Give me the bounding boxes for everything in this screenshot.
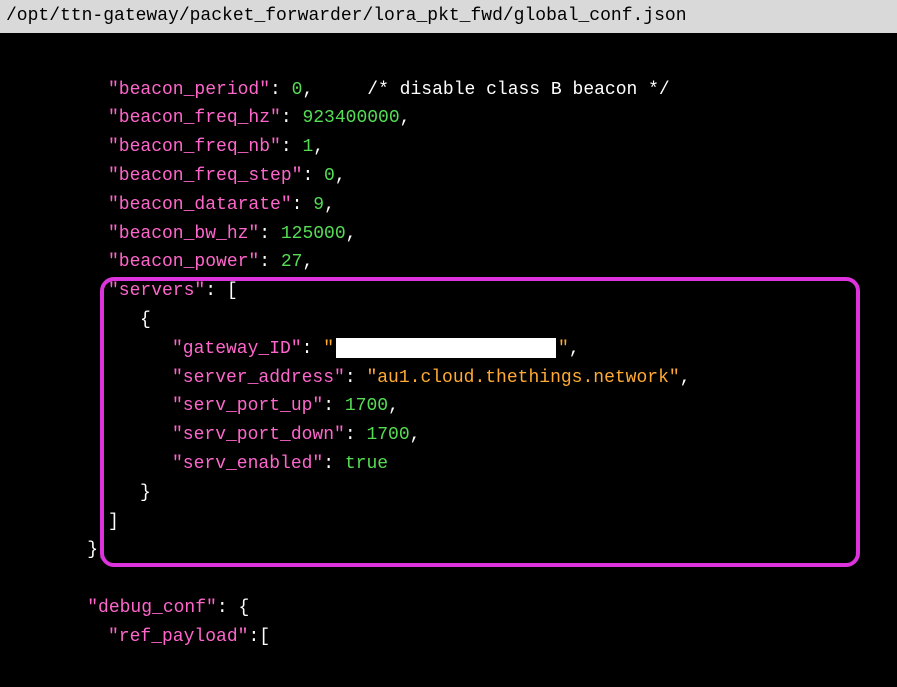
line-servers-close: ] <box>0 508 897 537</box>
key-gateway-id: "gateway_ID" <box>172 339 302 359</box>
key-debug-conf: "debug_conf" <box>87 598 217 618</box>
val-beacon-freq-nb: 1 <box>302 137 313 157</box>
line-beacon-period: "beacon_period": 0, /* disable class B b… <box>0 76 897 105</box>
line-section-close: }, <box>0 536 897 565</box>
line-beacon-power: "beacon_power": 27, <box>0 248 897 277</box>
line-serv-port-up: "serv_port_up": 1700, <box>0 392 897 421</box>
file-path-bar: /opt/ttn-gateway/packet_forwarder/lora_p… <box>0 0 897 33</box>
key-beacon-bw-hz: "beacon_bw_hz" <box>108 224 259 244</box>
key-beacon-freq-nb: "beacon_freq_nb" <box>108 137 281 157</box>
val-beacon-bw-hz: 125000 <box>281 224 346 244</box>
key-beacon-power: "beacon_power" <box>108 252 259 272</box>
key-beacon-freq-hz: "beacon_freq_hz" <box>108 108 281 128</box>
line-beacon-bw-hz: "beacon_bw_hz": 125000, <box>0 220 897 249</box>
val-beacon-datarate: 9 <box>313 195 324 215</box>
code-block: "beacon_period": 0, /* disable class B b… <box>0 33 897 652</box>
line-debug-conf: "debug_conf": { <box>0 594 897 623</box>
key-server-address: "server_address" <box>172 368 345 388</box>
line-server-obj-open: { <box>0 306 897 335</box>
key-beacon-freq-step: "beacon_freq_step" <box>108 166 302 186</box>
val-server-address: "au1.cloud.thethings.network" <box>366 368 679 388</box>
key-beacon-datarate: "beacon_datarate" <box>108 195 292 215</box>
redacted-gateway-id <box>336 338 556 358</box>
blank-line <box>0 47 897 76</box>
key-beacon-period: "beacon_period" <box>108 80 270 100</box>
key-servers: "servers" <box>108 281 205 301</box>
val-beacon-freq-hz: 923400000 <box>302 108 399 128</box>
file-path-text: /opt/ttn-gateway/packet_forwarder/lora_p… <box>6 6 687 26</box>
val-serv-port-down: 1700 <box>366 425 409 445</box>
val-serv-enabled: true <box>345 454 388 474</box>
comment-beacon: /* disable class B beacon */ <box>367 80 669 100</box>
val-beacon-period: 0 <box>292 80 303 100</box>
line-beacon-freq-step: "beacon_freq_step": 0, <box>0 162 897 191</box>
val-beacon-power: 27 <box>281 252 303 272</box>
line-gateway-id: "gateway_ID": "", <box>0 335 897 364</box>
key-serv-enabled: "serv_enabled" <box>172 454 323 474</box>
key-ref-payload: "ref_payload" <box>108 627 248 647</box>
line-servers-open: "servers": [ <box>0 277 897 306</box>
line-beacon-freq-hz: "beacon_freq_hz": 923400000, <box>0 104 897 133</box>
line-beacon-freq-nb: "beacon_freq_nb": 1, <box>0 133 897 162</box>
line-beacon-datarate: "beacon_datarate": 9, <box>0 191 897 220</box>
line-serv-port-down: "serv_port_down": 1700, <box>0 421 897 450</box>
line-server-address: "server_address": "au1.cloud.thethings.n… <box>0 364 897 393</box>
val-beacon-freq-step: 0 <box>324 166 335 186</box>
val-serv-port-up: 1700 <box>345 396 388 416</box>
key-serv-port-down: "serv_port_down" <box>172 425 345 445</box>
key-serv-port-up: "serv_port_up" <box>172 396 323 416</box>
line-server-obj-close: } <box>0 479 897 508</box>
line-ref-payload: "ref_payload":[ <box>0 623 897 652</box>
line-serv-enabled: "serv_enabled": true <box>0 450 897 479</box>
blank-line-2 <box>0 565 897 594</box>
